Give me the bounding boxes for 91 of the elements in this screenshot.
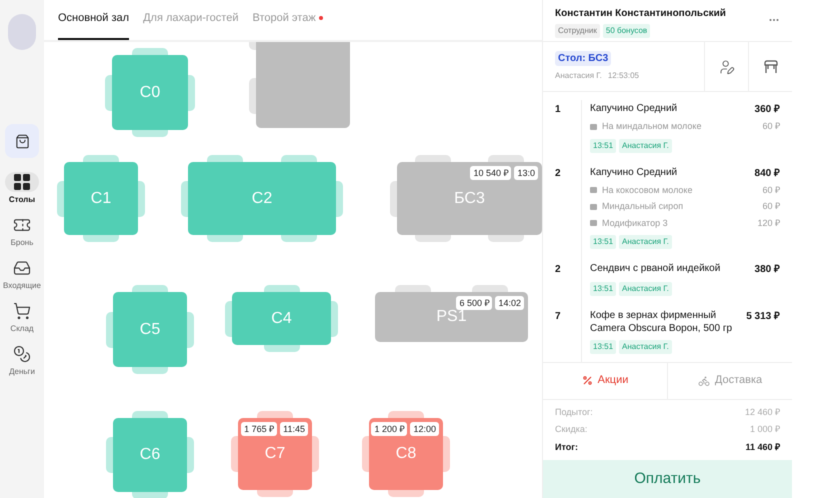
nav-item[interactable]: Бронь xyxy=(5,215,39,249)
table-amount: 10 540 ₽ xyxy=(470,166,512,180)
table-label: PS1 xyxy=(436,307,467,327)
table-label: С0 xyxy=(140,82,160,102)
item-price: 360 ₽ xyxy=(754,103,780,117)
item-time: 13:51 xyxy=(590,138,616,152)
nav-item[interactable]: Склад xyxy=(5,301,39,335)
item-waiter: Анастасия Г. xyxy=(619,340,672,354)
modifier-name: На миндальном молоке xyxy=(602,120,702,133)
item-quantity: 2 xyxy=(555,263,562,277)
table-label: С8 xyxy=(396,444,416,464)
modifier-name: Миндальный сироп xyxy=(602,200,684,213)
nav-label: Бронь xyxy=(10,237,34,249)
item-quantity: 1 xyxy=(555,103,562,117)
ticket-icon xyxy=(13,216,31,234)
bonus-tag: 50 бонусов xyxy=(602,24,650,38)
nav-label: Деньги xyxy=(9,366,35,378)
total-value: 12 460 ₽ xyxy=(744,406,780,418)
modifier-icon xyxy=(590,187,597,194)
restaurant-table[interactable]: С7 1 765 ₽ 11:45 xyxy=(238,418,312,490)
item-name: Кофе в зернах фирменный Camera Obscura Ворон, 500 гр xyxy=(590,309,734,335)
tab[interactable]: Основной зал xyxy=(58,0,130,40)
pay-button[interactable]: Оплатить xyxy=(543,460,792,498)
table-label: С5 xyxy=(140,320,160,340)
nav-label: Входящие xyxy=(3,280,41,292)
waiter-name: Анастасия Г. xyxy=(555,70,602,82)
nav-item[interactable]: Деньги xyxy=(5,344,39,378)
item-time: 13:51 xyxy=(590,282,616,296)
table-label: С7 xyxy=(264,444,286,464)
tab[interactable]: Для лахари-гостей xyxy=(143,0,238,40)
delivery-button[interactable]: Доставка xyxy=(668,362,792,398)
item-quantity: 7 xyxy=(555,310,562,324)
item-name: Капучино Средний xyxy=(590,166,678,180)
item-waiter: Анастасия Г. xyxy=(619,235,672,249)
percent-icon xyxy=(582,375,593,386)
user-edit-icon xyxy=(718,58,734,74)
table-time: 12:00 xyxy=(410,422,439,436)
modifier-price: 60 ₽ xyxy=(762,184,780,196)
item-name: Сендвич с рваной индейкой xyxy=(590,262,720,276)
table-label: БС3 xyxy=(454,188,485,208)
table-label: С6 xyxy=(140,445,160,465)
item-price: 380 ₽ xyxy=(754,263,780,277)
modifier-price: 60 ₽ xyxy=(762,120,780,133)
total-label: Итог: xyxy=(555,440,578,454)
item-name: Капучино Средний xyxy=(590,102,678,116)
item-waiter: Анастасия Г. xyxy=(619,138,672,152)
table-label: С4 xyxy=(271,308,292,328)
total-label: Подытог: xyxy=(555,406,593,419)
modifier-name: Модификатор 3 xyxy=(602,216,668,230)
table-tag: Стол: БС3 xyxy=(555,51,612,66)
tab[interactable]: Второй этаж xyxy=(252,0,323,40)
modifier-icon xyxy=(590,204,597,210)
total-value: 11 460 ₽ xyxy=(745,440,780,454)
nav-label: Склад xyxy=(10,323,34,335)
modifier-price: 60 ₽ xyxy=(762,200,780,213)
open-time: 12:53:05 xyxy=(608,70,639,82)
table-amount: 6 500 ₽ xyxy=(456,296,492,310)
bag-icon xyxy=(14,134,30,148)
modifier-price: 120 ₽ xyxy=(757,216,780,230)
grid-icon xyxy=(13,173,31,191)
nav-label: Столы xyxy=(8,194,36,206)
restaurant-table[interactable]: БС3 10 540 ₽ 13:0 xyxy=(397,162,542,235)
item-price: 5 313 ₽ xyxy=(746,310,780,324)
role-tag: Сотрудник xyxy=(555,24,600,38)
nav-item[interactable]: Входящие xyxy=(3,258,41,292)
item-time: 13:51 xyxy=(590,235,616,249)
cart-icon xyxy=(13,302,31,320)
customer-name: Константин Константинопольский xyxy=(555,7,726,21)
table-amount: 1 765 ₽ xyxy=(241,422,278,436)
table-label: С2 xyxy=(252,188,272,208)
coins-icon xyxy=(13,345,31,363)
modifier-icon xyxy=(590,220,597,226)
modifier-name: На кокосовом молоке xyxy=(602,184,692,196)
restaurant-table[interactable]: PS1 6 500 ₽ 14:02 xyxy=(375,292,528,342)
restaurant-table[interactable]: С8 1 200 ₽ 12:00 xyxy=(369,418,443,490)
table-amount: 1 200 ₽ xyxy=(371,422,408,436)
table-time: 11:45 xyxy=(280,422,308,436)
table-time: 14:02 xyxy=(495,296,524,310)
table-label: С1 xyxy=(90,188,112,208)
table-time: 13:0 xyxy=(514,166,538,180)
item-time: 13:51 xyxy=(590,340,616,354)
total-label: Скидка: xyxy=(555,423,588,436)
item-waiter: Анастасия Г. xyxy=(619,282,672,296)
total-value: 1 000 ₽ xyxy=(750,423,780,436)
inbox-icon xyxy=(13,259,31,277)
item-quantity: 2 xyxy=(555,166,562,180)
promo-button[interactable]: Акции xyxy=(543,362,668,398)
table-icon xyxy=(762,60,778,74)
takeaway-button[interactable] xyxy=(5,124,39,158)
modifier-icon xyxy=(590,124,597,130)
item-price: 840 ₽ xyxy=(754,166,780,180)
